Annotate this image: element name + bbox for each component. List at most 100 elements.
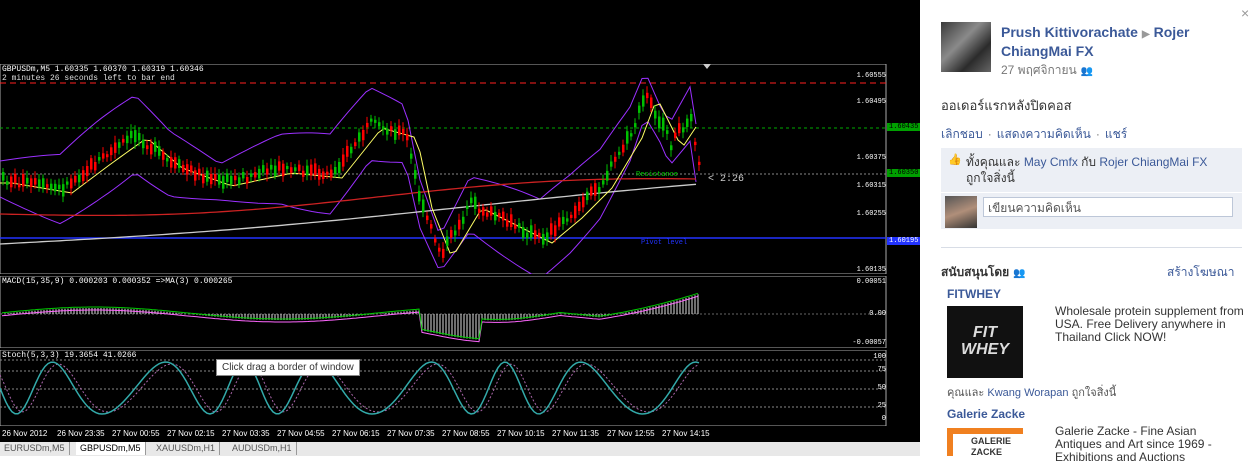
tab-xauusd[interactable]: XAUUSDm,H1 — [152, 442, 221, 455]
author-name-link[interactable]: Prush Kittivorachate — [1001, 24, 1138, 40]
candle-body — [286, 166, 289, 170]
candle-body — [246, 177, 249, 184]
macd-pane-title: MACD(15,35,9) 0.000203 0.000352 =>MA(3) … — [2, 277, 233, 286]
candle-body — [546, 232, 549, 241]
candle-body — [550, 223, 553, 235]
current-price-badge: 1.60350 — [887, 169, 920, 177]
candle-body — [34, 178, 37, 185]
candle-body — [138, 133, 141, 141]
time-axis-label: 26 Nov 2012 — [2, 429, 48, 438]
chart-tabs: EURUSDm,M5 GBPUSDm,M5 XAUUSDm,H1 AUDUSDm… — [0, 442, 920, 456]
candle-body — [30, 178, 33, 187]
time-axis-label: 27 Nov 14:15 — [662, 429, 710, 438]
candle-body — [662, 117, 665, 131]
time-axis-label: 27 Nov 11:35 — [552, 429, 599, 438]
ad-image-fitwhey[interactable]: FIT WHEY — [947, 306, 1023, 378]
candle-body — [454, 230, 457, 236]
stoch-level-0: 0 — [881, 415, 886, 423]
close-icon[interactable]: × — [1241, 5, 1249, 21]
candle-body — [146, 145, 149, 150]
tab-eurusd[interactable]: EURUSDm,M5 — [0, 442, 70, 455]
liker-link-1[interactable]: May Cmfx — [1024, 155, 1078, 169]
candle-body — [622, 144, 625, 153]
candle-body — [650, 97, 653, 108]
candle-body — [418, 190, 421, 202]
candle-body — [74, 175, 77, 183]
trading-chart-window[interactable]: GBPUSDm,M5 1.60335 1.60370 1.60319 1.603… — [0, 0, 920, 456]
candle-body — [658, 116, 661, 129]
macd-level-bottom: -0.00057 — [852, 339, 886, 347]
comment-box: เขียนความคิดเห็น — [941, 193, 1242, 229]
comment-input[interactable]: เขียนความคิดเห็น — [983, 197, 1233, 217]
candle-body — [270, 164, 273, 170]
price-pane[interactable]: GBPUSDm,M5 1.60335 1.60370 1.60319 1.603… — [0, 64, 920, 274]
candle-body — [274, 165, 277, 177]
candle-body — [158, 146, 161, 156]
price-chart[interactable] — [0, 64, 920, 274]
liker-link-2[interactable]: Rojer ChiangMai FX — [1099, 155, 1207, 169]
candle-body — [358, 132, 361, 142]
author-avatar[interactable] — [941, 22, 991, 72]
sponsored-heading-text: สนับสนุนโดย — [941, 265, 1010, 279]
tab-audusd[interactable]: AUDUSDm,H1 — [228, 442, 297, 455]
bar-timer-text: 2 minutes 26 seconds left to bar end — [2, 74, 175, 83]
price-level-3: 1.60375 — [856, 154, 886, 162]
pivot-badge: 1.60195 — [887, 237, 920, 245]
stochastic-chart[interactable] — [0, 350, 920, 426]
drag-border-tooltip: Click drag a border of window — [216, 359, 360, 376]
candle-body — [382, 126, 385, 130]
candle-body — [678, 123, 681, 134]
ad-like-suffix: ถูกใจสิ่งนี้ — [1071, 387, 1117, 399]
tab-gbpusd[interactable]: GBPUSDm,M5 — [76, 442, 146, 455]
candle-body — [538, 232, 541, 238]
likes-prefix: ทั้งคุณและ — [966, 155, 1021, 169]
candle-body — [54, 183, 57, 192]
candle-body — [314, 163, 317, 176]
candle-body — [446, 236, 449, 246]
macd-chart[interactable] — [0, 276, 920, 348]
candle-body — [290, 167, 293, 173]
price-pane-title: GBPUSDm,M5 1.60335 1.60370 1.60319 1.603… — [2, 65, 204, 74]
candle-body — [110, 147, 113, 156]
time-axis-label: 27 Nov 10:15 — [497, 429, 545, 438]
macd-pane[interactable]: MACD(15,35,9) 0.000203 0.000352 =>MA(3) … — [0, 276, 920, 348]
ad-like-friend-link[interactable]: Kwang Worapan — [987, 387, 1068, 399]
candle-body — [378, 122, 381, 127]
candle-body — [330, 169, 333, 178]
candle-body — [126, 135, 129, 144]
candle-body — [214, 174, 217, 181]
candle-body — [530, 225, 533, 238]
sponsored-info-icon: 👥 — [1013, 268, 1026, 279]
candle-body — [162, 151, 165, 160]
ad-image-galerie[interactable]: GALERIE ZACKE — [947, 428, 1023, 457]
candle-body — [302, 170, 305, 177]
candle-body — [442, 248, 445, 258]
candle-body — [62, 184, 65, 197]
time-axis-label: 27 Nov 03:35 — [222, 429, 270, 438]
share-link[interactable]: แชร์ — [1105, 127, 1127, 141]
comment-link[interactable]: แสดงความคิดเห็น — [997, 127, 1091, 141]
candle-body — [242, 172, 245, 179]
post-date-link[interactable]: 27 พฤศจิกายน — [1001, 63, 1077, 77]
candle-body — [490, 206, 493, 216]
time-axis: 26 Nov 2012 26 Nov 23:35 27 Nov 00:55 27 No… — [0, 427, 886, 441]
unlike-link[interactable]: เลิกชอบ — [941, 127, 983, 141]
macd-level-top: 0.00051 — [856, 278, 886, 286]
candle-body — [2, 172, 5, 181]
create-ad-link[interactable]: สร้างโฆษณา — [1167, 263, 1235, 282]
candle-body — [298, 164, 301, 171]
ad-title-fitwhey[interactable]: FITWHEY — [947, 287, 1001, 301]
candle-body — [282, 163, 285, 177]
stochastic-pane[interactable]: Stoch(5,3,3) 19.3654 41.0266 100 75 50 2… — [0, 350, 920, 426]
candle-body — [294, 167, 297, 172]
candle-body — [78, 174, 81, 183]
candle-body — [686, 118, 689, 127]
candle-body — [70, 178, 73, 189]
ad-title-galerie[interactable]: Galerie Zacke — [947, 407, 1025, 421]
candle-body — [602, 180, 605, 185]
candle-body — [594, 183, 597, 196]
commenter-avatar — [945, 196, 977, 228]
candle-body — [394, 129, 397, 140]
candle-body — [470, 197, 473, 204]
macd-level-zero: 0.00 — [869, 310, 886, 318]
